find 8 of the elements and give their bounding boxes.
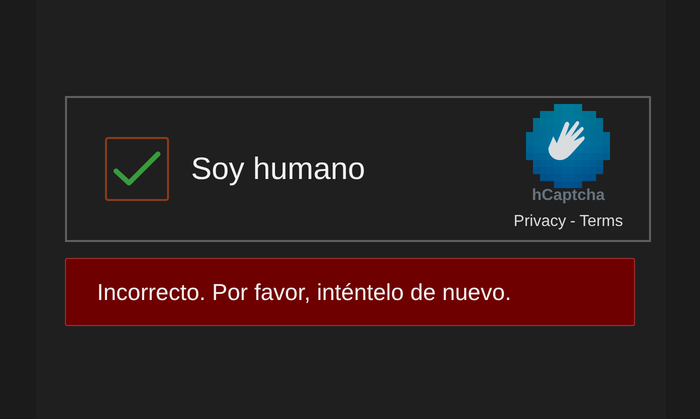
checkbox-label: Soy humano: [191, 150, 366, 188]
brand-name: hCaptcha: [532, 188, 605, 204]
checkbox[interactable]: [105, 137, 169, 201]
footer-link[interactable]: Terms: [579, 210, 623, 234]
footer-link[interactable]: Privacy: [514, 210, 566, 234]
logo-icon: [526, 102, 610, 190]
link-separator: -: [570, 212, 576, 232]
error-message: Incorrecto. Por favor, inténtelo de nuevo.: [65, 258, 635, 326]
